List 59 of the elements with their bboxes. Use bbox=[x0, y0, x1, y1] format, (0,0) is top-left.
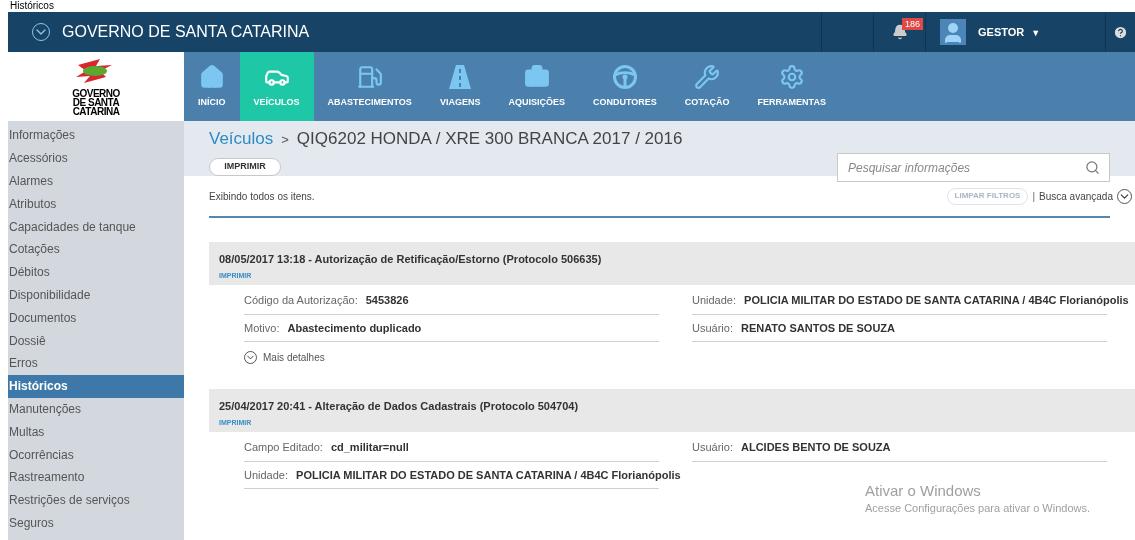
field-value: ALCIDES BENTO DE SOUZA bbox=[740, 440, 891, 455]
print-button[interactable]: IMPRIMIR bbox=[209, 157, 281, 176]
page-caption: Históricos bbox=[10, 0, 54, 12]
sidebar-item[interactable]: Acessórios bbox=[8, 146, 184, 170]
field-value: RENATO SANTOS DE SOUZA bbox=[740, 320, 895, 336]
breadcrumb-link[interactable]: Veículos bbox=[209, 126, 274, 152]
sidebar-item[interactable]: Disponibilidade bbox=[8, 283, 184, 307]
sidebar-item[interactable]: Restrições de serviços bbox=[8, 488, 184, 512]
field-label: Motivo: bbox=[244, 320, 280, 336]
field-label: Usuário: bbox=[692, 440, 733, 455]
sidebar-item[interactable]: Rastreamento bbox=[8, 465, 184, 489]
field-label: Campo Editado: bbox=[244, 440, 323, 455]
separator-text: | bbox=[1032, 189, 1036, 204]
field-label: Usuário: bbox=[692, 320, 733, 336]
tools-icon bbox=[694, 63, 721, 90]
search-icon[interactable] bbox=[1085, 160, 1100, 175]
record-title: 08/05/2017 13:18 - Autorização de Retificação/Estorno (Protocolo 506635) bbox=[219, 252, 603, 267]
sidebar-item[interactable]: Capacidades de tanque bbox=[8, 215, 184, 238]
bag-icon bbox=[523, 63, 550, 90]
field-label: Unidade: bbox=[244, 467, 289, 483]
site-title: GOVERNO DE SANTA CATARINA bbox=[62, 22, 310, 42]
user-menu[interactable]: GESTOR ▼ bbox=[978, 23, 1041, 41]
road-icon bbox=[447, 63, 474, 90]
field-value: 5453826 bbox=[365, 293, 409, 308]
gear-icon bbox=[778, 63, 805, 90]
notification-badge: 186 bbox=[902, 18, 924, 30]
sidebar-item[interactable]: Históricos bbox=[8, 374, 184, 398]
field-value: POLICIA MILITAR DO ESTADO DE SANTA CATARINA / 4B4C Florianópolis bbox=[744, 293, 1129, 308]
sidebar-item[interactable]: Ocorrências bbox=[8, 443, 184, 466]
field-label: Código da Autorização: bbox=[244, 293, 358, 308]
sidebar-item[interactable]: Multas bbox=[8, 420, 184, 444]
search-field[interactable]: Pesquisar informações bbox=[837, 153, 1110, 182]
fuel-pump-icon bbox=[356, 63, 383, 90]
field-value: POLICIA MILITAR DO ESTADO DE SANTA CATARINA / 4B4C Florianópolis bbox=[296, 467, 681, 483]
record-title: 25/04/2017 20:41 - Alteração de Dados Cadastrais (Protocolo 504704) bbox=[219, 399, 580, 414]
steering-wheel-icon bbox=[611, 63, 638, 90]
filter-summary: Exibindo todos os itens. bbox=[209, 189, 315, 204]
field-value: Abastecimento duplicado bbox=[287, 320, 422, 336]
sidebar-item[interactable]: Dossiê bbox=[8, 329, 184, 352]
sidebar-item[interactable]: Documentos bbox=[8, 306, 184, 330]
sidebar-item[interactable]: Atributos bbox=[8, 192, 184, 216]
sidebar-item[interactable]: Erros bbox=[8, 351, 184, 375]
more-details-link[interactable]: Mais detalhes bbox=[263, 350, 325, 365]
breadcrumb-current: QIQ6202 HONDA / XRE 300 BRANCA 2017 / 2016 bbox=[296, 128, 683, 150]
home-icon bbox=[198, 63, 225, 90]
sidebar-item[interactable]: Débitos bbox=[8, 260, 184, 284]
breadcrumb-separator: > bbox=[281, 131, 289, 149]
field-label: Unidade: bbox=[692, 293, 737, 308]
sidebar-item[interactable]: Cotações bbox=[8, 238, 184, 261]
help-icon[interactable] bbox=[1113, 24, 1128, 40]
field-value: cd_militar=null bbox=[330, 440, 409, 455]
sidebar-item[interactable]: Seguros bbox=[8, 511, 184, 535]
sidebar-item[interactable]: Alarmes bbox=[8, 169, 184, 193]
sidebar-item[interactable]: Manutenções bbox=[8, 397, 184, 421]
activation-message: Acesse Configurações para ativar o Windows. bbox=[865, 501, 1090, 516]
sidebar-item[interactable]: Informações bbox=[8, 124, 184, 147]
activation-title: Ativar o Windows bbox=[865, 482, 982, 500]
logo-text: GOVERNO DE SANTA CATARINA bbox=[71, 89, 121, 116]
advanced-search-link[interactable]: Busca avançada bbox=[1039, 188, 1113, 204]
